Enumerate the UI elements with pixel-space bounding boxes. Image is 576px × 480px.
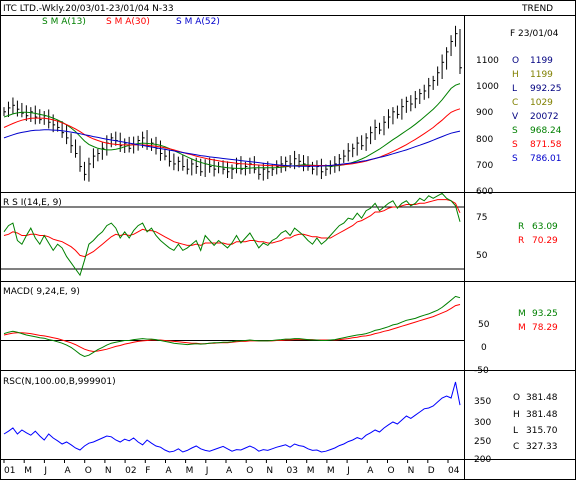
macd-panel: [0, 295, 464, 358]
rsc-tick-250: 250: [474, 437, 491, 447]
x-tick-label: 01: [4, 466, 15, 476]
macd-stat-label-1: M: [518, 309, 526, 319]
x-tick-label: D: [428, 466, 435, 476]
x-tick-label: A: [65, 466, 72, 476]
rsc-stat-close-label: C: [513, 442, 519, 452]
price-tick: 1000: [476, 82, 499, 92]
macd-stat-value-1: 93.25: [532, 309, 558, 319]
rsc-tick-350: 350: [474, 397, 491, 407]
stat-high-value: 1199: [530, 70, 553, 80]
rsc-stat-close-value: 327.33: [526, 442, 558, 452]
macd-signal-line: [3, 304, 461, 353]
price-tick: 800: [476, 135, 493, 145]
rsc-title: RSC(N,100.00,B,999901): [3, 377, 116, 387]
sma30-line: [3, 108, 461, 167]
stat-sma30-value: 871.58: [530, 140, 562, 150]
x-tick-label: A: [166, 466, 173, 476]
rsc-line: [3, 381, 461, 453]
x-tick-label: M: [327, 466, 335, 476]
trend-label: TREND: [521, 4, 553, 14]
stat-sma52-label: S: [512, 154, 518, 164]
x-tick-label: M: [24, 466, 32, 476]
date-label: F 23/01/04: [510, 29, 559, 39]
x-tick-label: O: [85, 466, 92, 476]
stat-open-label: O: [512, 56, 519, 66]
rsi-panel: [0, 192, 464, 277]
x-tick-label: O: [388, 466, 395, 476]
rsc-stat-high-value: 381.48: [526, 410, 558, 420]
rsi-stat-value-2: 70.29: [532, 236, 558, 246]
sma13-line: [3, 83, 461, 169]
rsi-line: [3, 192, 461, 277]
stat-open-value: 1199: [530, 56, 553, 66]
x-tick-label: J: [346, 466, 350, 476]
chart-title: ITC LTD.-Wkly.20/03/01-23/01/04 N-33: [3, 4, 174, 14]
price-stats: O 1199 H 1199 L 992.25 C 1029 V 20072 S …: [512, 56, 562, 164]
stat-close-value: 1029: [530, 98, 553, 108]
macd-stat-label-2: M: [518, 323, 526, 333]
outer-frame: [0, 0, 576, 480]
stat-sma13-value: 968.24: [530, 126, 562, 136]
rsi-tick-75: 75: [476, 213, 487, 223]
rsi-stat-label-1: R: [518, 222, 524, 232]
sma52-line: [3, 129, 461, 167]
macd-tick-neg50: -50: [474, 366, 489, 376]
x-tick-label: 04: [448, 466, 460, 476]
stat-low-value: 992.25: [530, 84, 562, 94]
x-tick-label: N: [266, 466, 273, 476]
stat-sma30-label: S: [512, 140, 518, 150]
stat-sma13-label: S: [512, 126, 518, 136]
x-tick-label: A: [226, 466, 233, 476]
price-tick: 600: [476, 187, 493, 197]
macd-line: [3, 295, 461, 358]
rsc-tick-300: 300: [474, 418, 491, 428]
stat-volume-value: 20072: [530, 112, 559, 122]
technical-chart: ITC LTD.-Wkly.20/03/01-23/01/04 N-33 TRE…: [0, 0, 576, 480]
x-tick-label: F: [145, 466, 150, 476]
rsc-stat-open-value: 381.48: [526, 393, 558, 403]
rsc-stat-low-value: 315.70: [526, 426, 558, 436]
rsc-stat-open-label: O: [513, 393, 520, 403]
macd-tick-0: 0: [481, 343, 487, 353]
chart-window: ITC LTD.-Wkly.20/03/01-23/01/04 N-33 TRE…: [0, 0, 576, 480]
rsc-stat-high-label: H: [513, 410, 520, 420]
stat-close-label: C: [512, 98, 518, 108]
stat-volume-label: V: [512, 112, 519, 122]
stat-sma52-value: 786.01: [530, 154, 562, 164]
rsc-stat-low-label: L: [513, 426, 518, 436]
price-y-axis: 1100 1000 900 800 700 600: [476, 56, 499, 197]
rsi-stat-label-2: R: [518, 236, 524, 246]
rsi-tick-50: 50: [476, 251, 488, 261]
stat-high-label: H: [512, 70, 519, 80]
x-tick-label: A: [367, 466, 374, 476]
stat-low-label: L: [512, 84, 517, 94]
price-panel: [3, 25, 462, 182]
macd-title: MACD( 9,24,E, 9): [3, 287, 80, 297]
price-tick: 1100: [476, 56, 499, 66]
x-tick-label: M: [307, 466, 315, 476]
macd-tick-50: 50: [478, 320, 490, 330]
x-axis: 01 M J A O N 02 F A M J A O N 03 M M J A O N D 04: [3, 459, 460, 476]
price-tick: 900: [476, 108, 493, 118]
sma30-legend: S M A(30): [106, 17, 150, 27]
x-tick-label: N: [408, 466, 415, 476]
sma52-legend: S M A(52): [176, 17, 220, 27]
rsc-tick-200: 200: [474, 455, 491, 465]
rsi-avg-line: [3, 199, 461, 258]
x-tick-label: M: [186, 466, 194, 476]
x-tick-label: 03: [287, 466, 298, 476]
x-tick-label: N: [105, 466, 112, 476]
x-tick-label: J: [43, 466, 47, 476]
rsc-panel: [3, 381, 461, 453]
sma13-legend: S M A(13): [42, 17, 86, 27]
x-tick-label: 02: [125, 466, 136, 476]
macd-stat-value-2: 78.29: [532, 323, 558, 333]
x-tick-label: O: [246, 466, 253, 476]
x-tick-label: J: [205, 466, 209, 476]
rsi-stat-value-1: 63.09: [532, 222, 558, 232]
price-tick: 700: [476, 161, 493, 171]
